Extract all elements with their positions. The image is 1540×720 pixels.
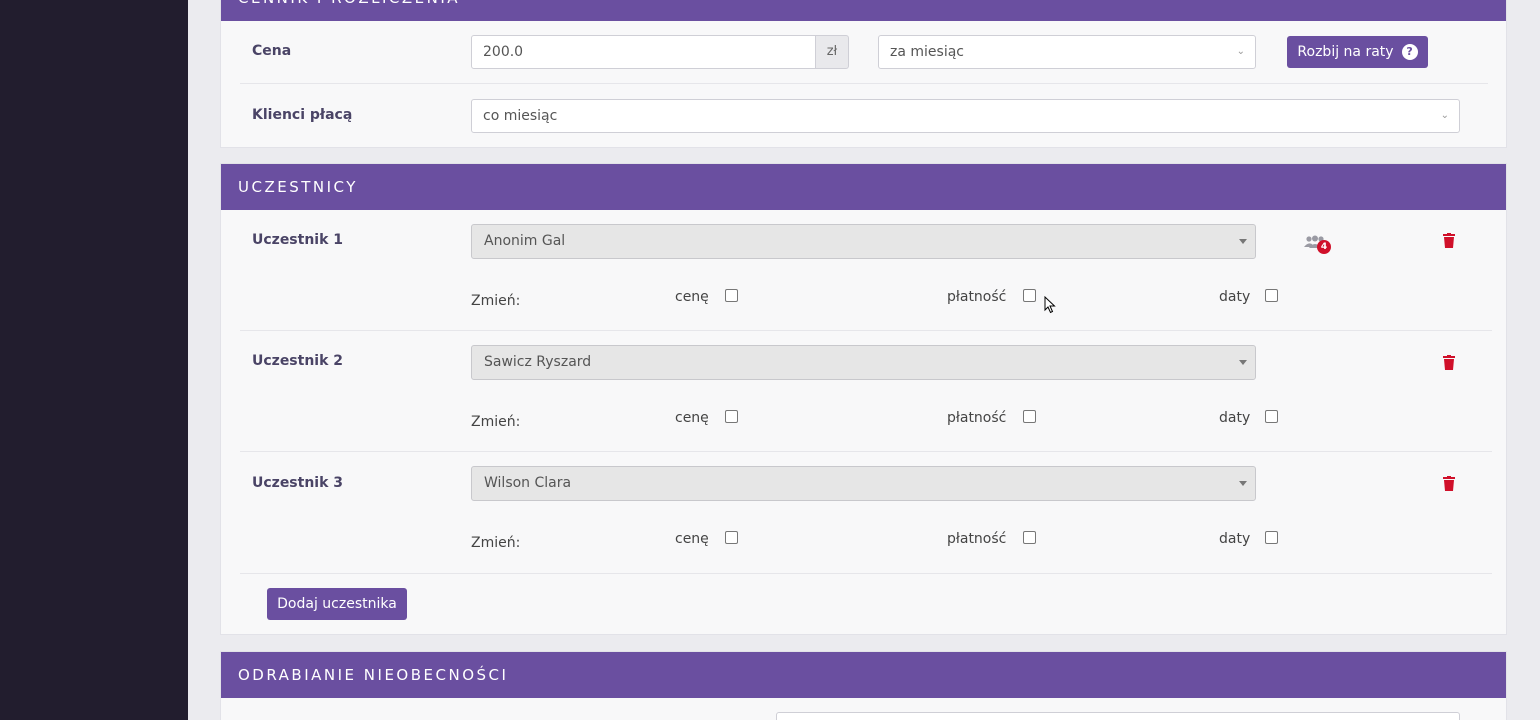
- participant-select[interactable]: Sawicz Ryszard: [471, 345, 1256, 380]
- chevron-down-icon: ⌄: [1440, 110, 1449, 121]
- option-dates-label: daty: [1219, 289, 1251, 305]
- divider: [240, 451, 1492, 452]
- change-label: Zmień:: [471, 414, 521, 430]
- trash-icon[interactable]: [1443, 355, 1455, 370]
- change-price-checkbox[interactable]: [725, 531, 738, 544]
- clients-pay-select[interactable]: co miesiąc ⌄: [471, 99, 1460, 133]
- split-installments-label: Rozbij na raty: [1297, 44, 1394, 60]
- divider: [240, 83, 1488, 84]
- absences-header: ODRABIANIE NIEOBECNOŚCI: [221, 652, 1506, 698]
- change-payment-checkbox[interactable]: [1023, 410, 1036, 423]
- caret-down-icon: [1239, 360, 1247, 365]
- participants-header: UCZESTNICY: [221, 164, 1506, 210]
- sidebar: [0, 0, 188, 720]
- participant-name: Wilson Clara: [484, 475, 572, 491]
- option-payment-label: płatność: [947, 410, 1007, 426]
- absences-panel: ODRABIANIE NIEOBECNOŚCI: [220, 651, 1507, 720]
- caret-down-icon: [1239, 481, 1247, 486]
- chevron-down-icon: ⌄: [1236, 46, 1245, 57]
- price-label: Cena: [252, 43, 292, 59]
- change-dates-checkbox[interactable]: [1265, 289, 1278, 302]
- caret-down-icon: [1239, 239, 1247, 244]
- mouse-cursor-icon: [1044, 295, 1056, 318]
- trash-icon[interactable]: [1443, 233, 1455, 248]
- absences-select[interactable]: [776, 712, 1460, 720]
- change-dates-checkbox[interactable]: [1265, 410, 1278, 423]
- participant-label: Uczestnik 1: [252, 232, 344, 248]
- trash-icon[interactable]: [1443, 476, 1455, 491]
- add-participant-button[interactable]: Dodaj uczestnika: [267, 588, 407, 620]
- split-installments-button[interactable]: Rozbij na raty?: [1287, 36, 1428, 68]
- participant-label: Uczestnik 3: [252, 475, 344, 491]
- pricing-header: CENNIK I ROZLICZENIA: [221, 0, 1506, 21]
- price-input[interactable]: 200.0: [471, 35, 816, 69]
- change-label: Zmień:: [471, 293, 521, 309]
- clients-pay-value: co miesiąc: [483, 108, 558, 124]
- change-price-checkbox[interactable]: [725, 410, 738, 423]
- change-payment-checkbox[interactable]: [1023, 531, 1036, 544]
- participant-select[interactable]: Anonim Gal: [471, 224, 1256, 259]
- currency-addon: zł: [815, 35, 849, 69]
- participant-name: Anonim Gal: [484, 233, 566, 249]
- option-dates-label: daty: [1219, 410, 1251, 426]
- option-payment-label: płatność: [947, 531, 1007, 547]
- participant-name: Sawicz Ryszard: [484, 354, 592, 370]
- price-period-value: za miesiąc: [890, 44, 964, 60]
- option-payment-label: płatność: [947, 289, 1007, 305]
- change-dates-checkbox[interactable]: [1265, 531, 1278, 544]
- option-price-label: cenę: [675, 289, 709, 305]
- change-label: Zmień:: [471, 535, 521, 551]
- option-dates-label: daty: [1219, 531, 1251, 547]
- change-price-checkbox[interactable]: [725, 289, 738, 302]
- divider: [240, 330, 1492, 331]
- price-period-select[interactable]: za miesiąc ⌄: [878, 35, 1256, 69]
- change-payment-checkbox[interactable]: [1023, 289, 1036, 302]
- help-icon[interactable]: ?: [1401, 44, 1418, 60]
- clients-pay-label: Klienci płacą: [252, 107, 353, 123]
- option-price-label: cenę: [675, 531, 709, 547]
- participant-select[interactable]: Wilson Clara: [471, 466, 1256, 501]
- option-price-label: cenę: [675, 410, 709, 426]
- group-count-badge: 4: [1317, 240, 1331, 254]
- participant-label: Uczestnik 2: [252, 353, 344, 369]
- divider: [240, 573, 1492, 574]
